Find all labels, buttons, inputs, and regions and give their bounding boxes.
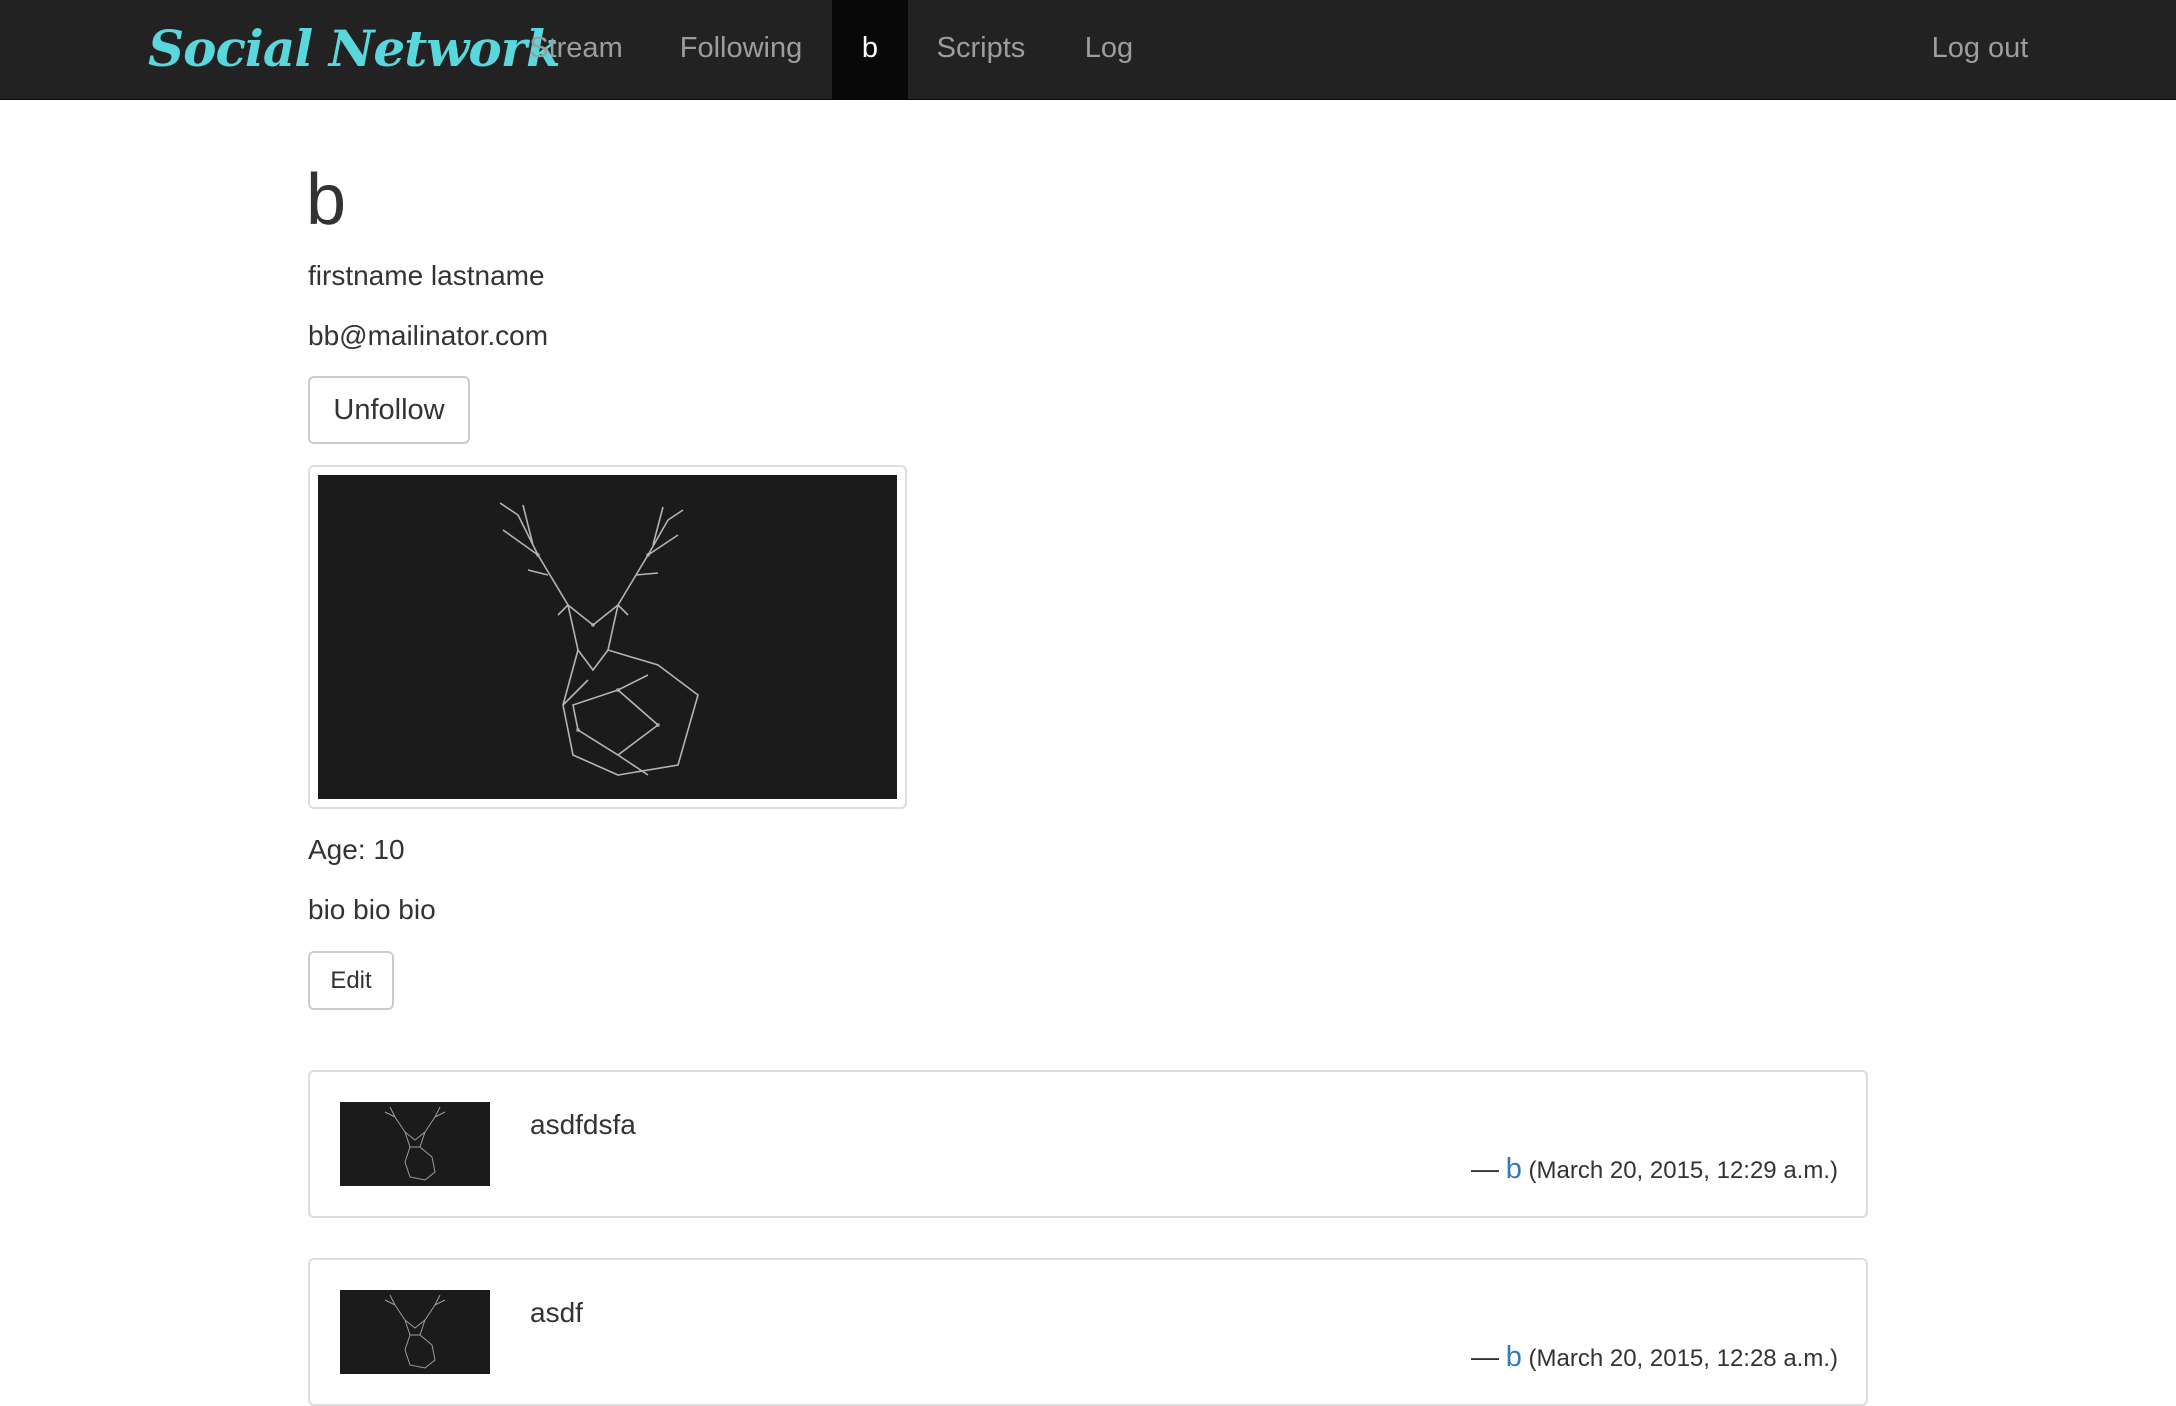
deer-image-icon bbox=[499, 502, 699, 776]
top-navbar: Social Network Stream Following b Script… bbox=[0, 0, 2176, 100]
post-item: asdfdsfa — b (March 20, 2015, 12:29 a.m.… bbox=[308, 1070, 1868, 1218]
post-text: asdf bbox=[530, 1297, 583, 1328]
post-dash: — bbox=[1471, 1153, 1500, 1184]
edit-profile-button[interactable]: Edit bbox=[308, 951, 394, 1010]
nav-current-user[interactable]: b bbox=[832, 0, 908, 99]
post-thumbnail bbox=[340, 1290, 490, 1374]
post-timestamp: (March 20, 2015, 12:28 a.m.) bbox=[1528, 1345, 1839, 1372]
post-author-link[interactable]: b bbox=[1506, 1341, 1522, 1373]
post-text: asdfdsfa bbox=[530, 1109, 636, 1140]
profile-full-name: firstname lastname bbox=[308, 260, 545, 291]
deer-image-icon bbox=[384, 1106, 446, 1181]
post-meta: — b (March 20, 2015, 12:29 a.m.) bbox=[1471, 1152, 1838, 1188]
deer-image-icon bbox=[384, 1294, 446, 1369]
profile-username: b bbox=[306, 160, 347, 240]
profile-image-frame bbox=[308, 465, 907, 809]
profile-image bbox=[318, 475, 897, 799]
profile-bio: bio bio bio bbox=[308, 894, 436, 925]
post-timestamp: (March 20, 2015, 12:29 a.m.) bbox=[1528, 1157, 1839, 1184]
profile-age: Age: 10 bbox=[308, 834, 405, 865]
nav-logout[interactable]: Log out bbox=[1915, 0, 2045, 99]
post-meta: — b (March 20, 2015, 12:28 a.m.) bbox=[1471, 1340, 1838, 1376]
post-dash: — bbox=[1471, 1341, 1500, 1372]
nav-log[interactable]: Log bbox=[1069, 0, 1149, 99]
post-author-link[interactable]: b bbox=[1506, 1153, 1522, 1185]
nav-scripts[interactable]: Scripts bbox=[922, 0, 1040, 99]
nav-following[interactable]: Following bbox=[651, 0, 831, 99]
post-thumbnail bbox=[340, 1102, 490, 1186]
brand-logo[interactable]: Social Network bbox=[148, 14, 561, 84]
post-item: asdf — b (March 20, 2015, 12:28 a.m.) bbox=[308, 1258, 1868, 1406]
profile-email: bb@mailinator.com bbox=[308, 320, 549, 351]
unfollow-button[interactable]: Unfollow bbox=[308, 376, 470, 444]
nav-stream[interactable]: Stream bbox=[515, 0, 637, 99]
